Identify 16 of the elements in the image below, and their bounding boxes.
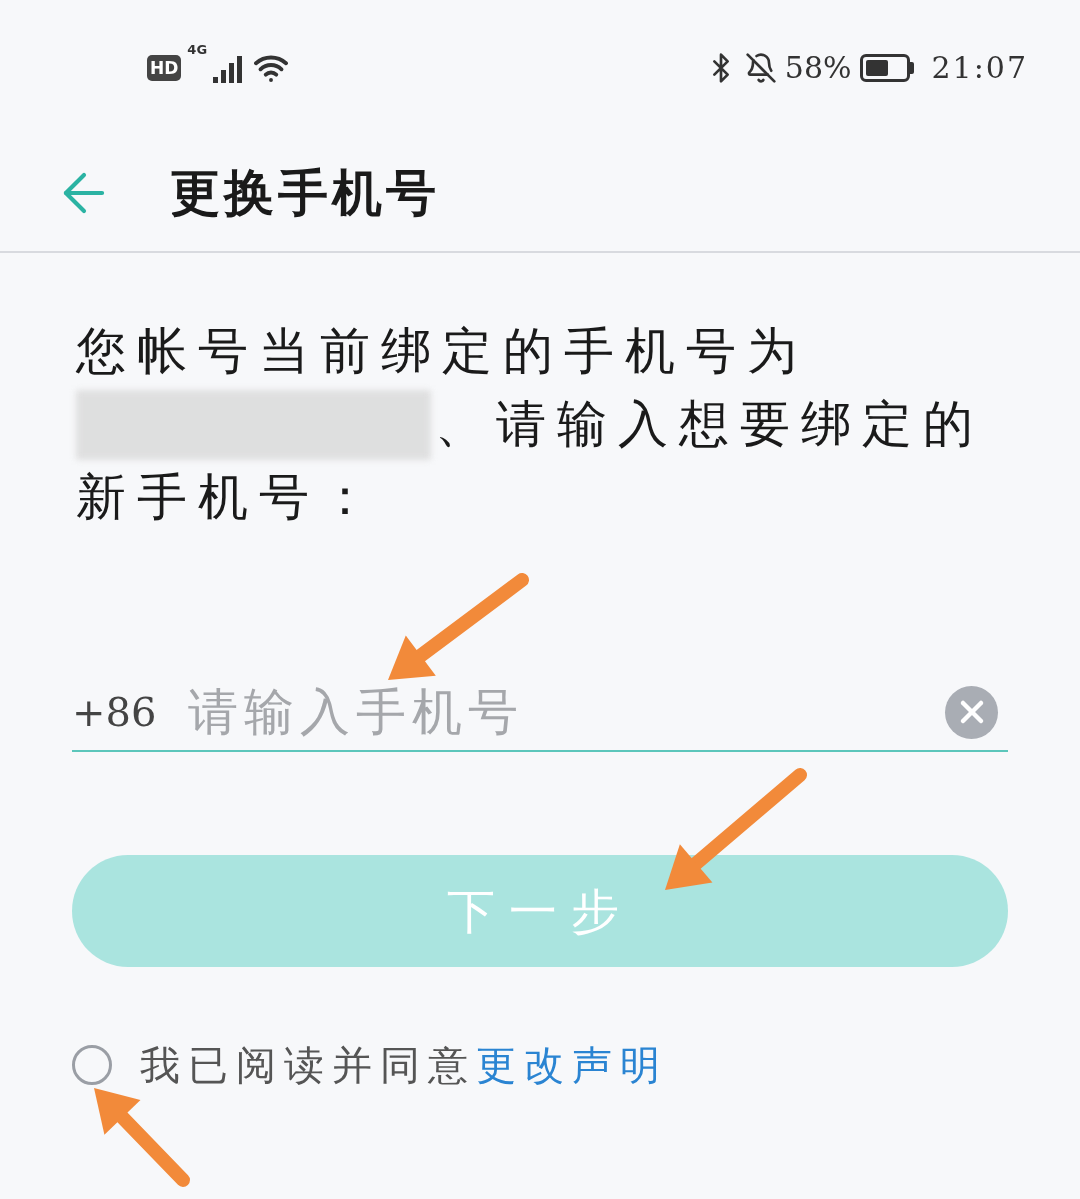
agreement-text: 我已阅读并同意 — [140, 1041, 476, 1090]
instruction-text: 、请输入想要绑定的 — [435, 394, 984, 455]
clock: 21:07 — [931, 49, 1028, 87]
battery-percent: 58% — [784, 49, 852, 87]
statement-link[interactable]: 更改声明 — [476, 1035, 668, 1095]
instruction-text: 新手机号： — [76, 467, 382, 528]
hd-badge: HD — [147, 54, 182, 81]
clear-button[interactable] — [945, 685, 998, 739]
muted-bell-icon — [744, 51, 777, 84]
network-label: 4G — [187, 40, 208, 59]
page-title: 更换手机号 — [170, 162, 440, 224]
country-code: +86 — [72, 688, 158, 737]
battery-icon — [859, 53, 914, 82]
phone-input[interactable]: 请输入手机号 — [188, 674, 945, 750]
agree-radio[interactable] — [72, 1045, 112, 1085]
instruction-text: 您帐号当前绑定的手机号为 — [76, 321, 809, 382]
